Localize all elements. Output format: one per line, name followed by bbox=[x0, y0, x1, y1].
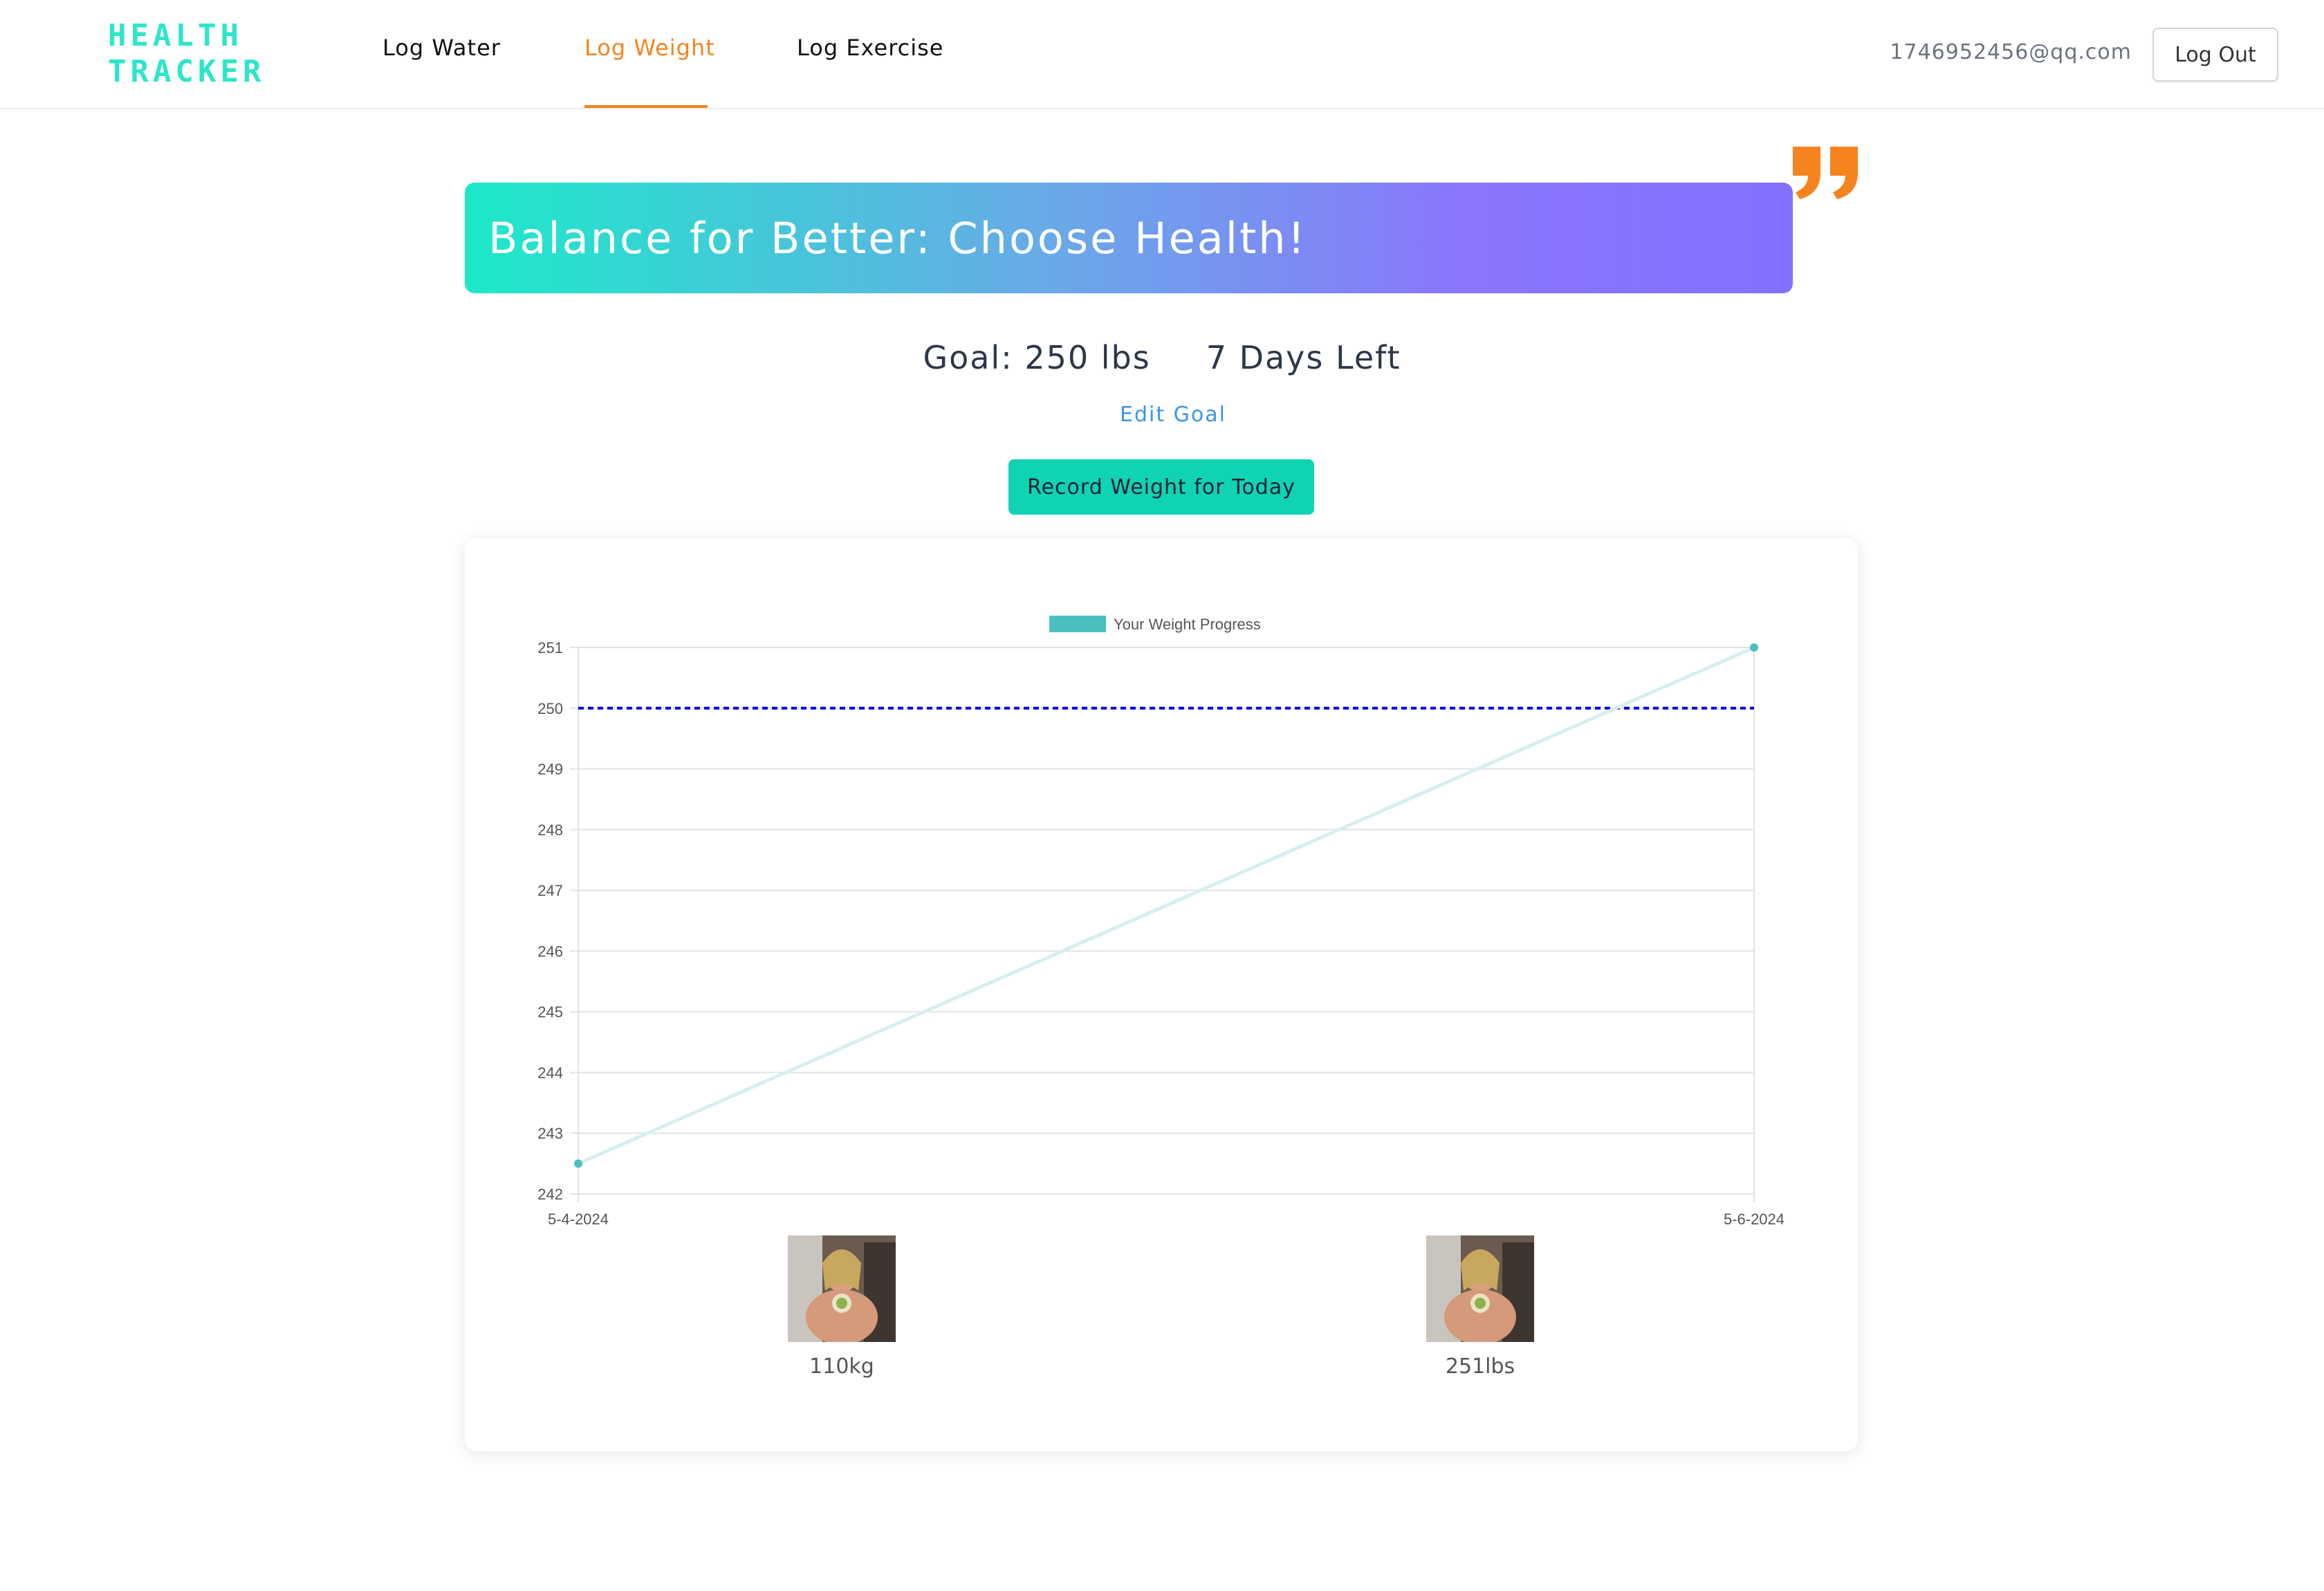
record-weight-button[interactable]: Record Weight for Today bbox=[1008, 459, 1314, 515]
person-photo-icon bbox=[1426, 1235, 1534, 1342]
banner-text: Balance for Better: Choose Health! bbox=[488, 212, 1307, 264]
goal-text: Goal: 250 lbs bbox=[923, 339, 1151, 376]
y-tick-label: 247 bbox=[537, 882, 563, 899]
y-tick-label: 245 bbox=[537, 1004, 563, 1021]
active-tab-indicator bbox=[584, 105, 708, 108]
y-tick-label: 242 bbox=[537, 1186, 563, 1203]
weight-series-line bbox=[577, 645, 1755, 1166]
y-tick-label: 246 bbox=[537, 943, 563, 960]
chart-card: Your Weight Progress 242 243 244 245 246 247 24… bbox=[465, 538, 1858, 1451]
days-left-text: 7 Days Left bbox=[1206, 339, 1401, 376]
logout-button[interactable]: Log Out bbox=[2152, 28, 2278, 82]
x-tick-label: 5-6-2024 bbox=[1724, 1211, 1784, 1228]
quote-icon bbox=[1793, 147, 1858, 199]
logo-line1: HEALTH bbox=[108, 18, 243, 53]
user-email: 1746952456@qq.com bbox=[1890, 40, 2132, 64]
navbar: HEALTH TRACKER Log Water Log Weight Log … bbox=[0, 0, 2324, 109]
photo-label-2: 251lbs bbox=[1445, 1354, 1515, 1379]
x-tick-label: 5-4-2024 bbox=[548, 1211, 609, 1228]
progress-photo-1[interactable] bbox=[788, 1235, 896, 1342]
logo-line2: TRACKER bbox=[108, 54, 266, 89]
edit-goal-link[interactable]: Edit Goal bbox=[0, 403, 2324, 427]
nav-log-weight[interactable]: Log Weight bbox=[584, 35, 715, 61]
y-tick-label: 244 bbox=[537, 1064, 563, 1081]
weight-chart: Your Weight Progress 242 243 244 245 246 247 24… bbox=[537, 616, 1784, 1228]
legend-label: Your Weight Progress bbox=[1114, 616, 1261, 633]
y-tick-label: 251 bbox=[537, 639, 563, 656]
y-tick-label: 249 bbox=[537, 761, 563, 778]
logo[interactable]: HEALTH TRACKER bbox=[108, 21, 281, 87]
motivation-banner: Balance for Better: Choose Health! bbox=[465, 183, 1793, 293]
photo-label-1: 110kg bbox=[809, 1354, 874, 1379]
goal-summary: Goal: 250 lbs 7 Days Left bbox=[0, 339, 2324, 376]
y-tick-label: 243 bbox=[537, 1125, 563, 1142]
progress-photo-2[interactable] bbox=[1426, 1235, 1534, 1342]
person-photo-icon bbox=[788, 1235, 896, 1342]
legend-swatch bbox=[1049, 616, 1106, 632]
weight-point bbox=[574, 1159, 582, 1168]
nav-log-water[interactable]: Log Water bbox=[382, 35, 501, 61]
y-tick-label: 250 bbox=[537, 700, 563, 717]
nav-log-exercise[interactable]: Log Exercise bbox=[797, 35, 943, 61]
y-tick-label: 248 bbox=[537, 821, 563, 838]
weight-point bbox=[1750, 643, 1758, 652]
